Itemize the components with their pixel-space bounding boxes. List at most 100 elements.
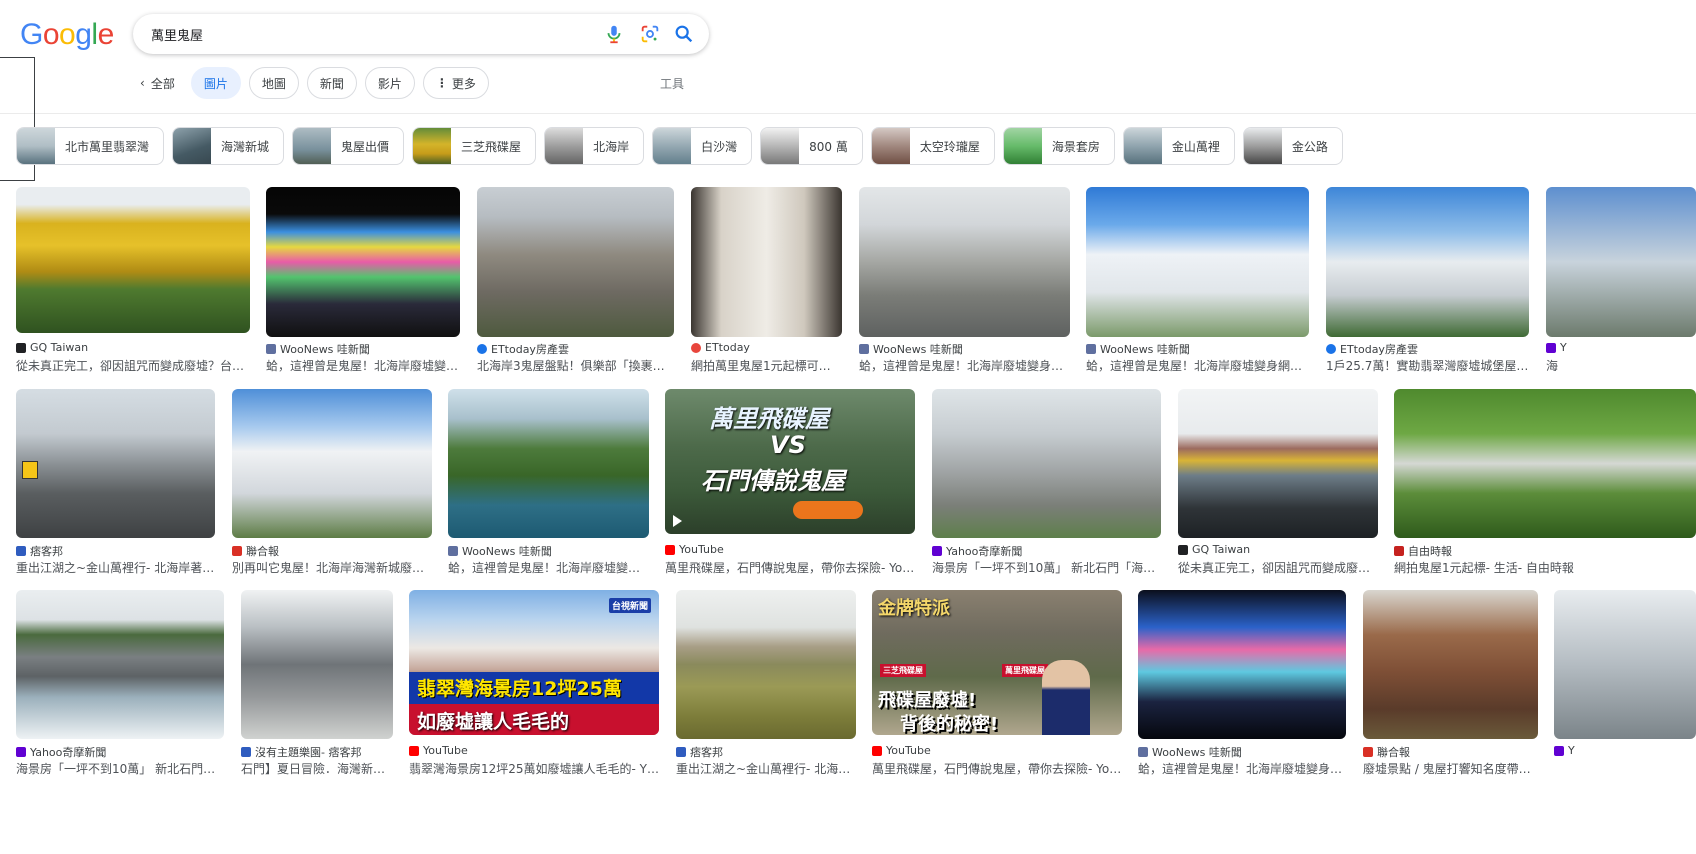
result-source[interactable]: ETtoday房產雲 [1326,341,1418,357]
result-image[interactable] [1086,187,1309,337]
result-source[interactable]: Y [1546,341,1567,354]
result-image[interactable] [1138,590,1346,739]
result-image[interactable] [1394,389,1696,538]
result-source[interactable]: WooNews 哇新聞 [266,341,370,357]
tab-images[interactable]: 圖片 [190,67,241,99]
result-caption[interactable]: 蛤，這裡曾是鬼屋！北海岸廢墟變身網… [1086,357,1309,374]
result-caption[interactable]: 萬里飛碟屋，石門傳說鬼屋，帶你去探險- Yo… [872,760,1122,777]
related-chip[interactable]: 太空玲瓏屋 [870,127,995,165]
favicon [691,342,701,353]
banner-text-bottom: 如廢墟讓人毛毛的 [417,711,570,733]
result-source[interactable]: 沒有主題樂園- 痞客邦 [241,744,361,760]
result-image[interactable] [1554,590,1696,739]
result-source[interactable]: 聯合報 [1363,744,1410,760]
related-chip[interactable]: 鬼屋出價 [292,127,405,165]
result-caption[interactable]: 從未真正完工，卻因詛咒而變成廢… [1178,559,1378,576]
search-icon[interactable] [673,23,695,45]
result-source[interactable]: WooNews 哇新聞 [859,341,963,357]
result-source[interactable]: GQ Taiwan [1178,543,1250,556]
result-image[interactable] [1363,590,1538,739]
result-image[interactable] [691,187,842,337]
result-image[interactable] [232,389,432,538]
result-image[interactable]: 金牌特派 三芝飛碟屋 萬里飛碟屋 飛碟屋廢墟! 背後的秘密! [872,590,1122,735]
result-caption[interactable]: 網拍鬼屋1元起標- 生活- 自由時報 [1394,559,1696,576]
result-source[interactable]: YouTube [665,543,724,556]
tools-button[interactable]: 工具 [660,75,684,92]
favicon [16,747,26,757]
tab-more[interactable]: ⋮ 更多 [422,67,489,99]
related-chip[interactable]: 800 萬 [760,127,863,165]
result-source[interactable]: Yahoo奇摩新聞 [932,543,1022,559]
result-caption[interactable]: 蛤，這裡曾是鬼屋！北海岸廢墟變身… [1138,760,1346,777]
related-chip[interactable]: 金公路 [1242,127,1343,165]
result-source[interactable]: 痞客邦 [16,543,63,559]
result-source[interactable]: WooNews 哇新聞 [448,543,552,559]
result-caption[interactable]: 蛤，這裡曾是鬼屋！北海岸廢墟變… [448,559,649,576]
result-image[interactable] [932,389,1161,538]
related-chip[interactable]: 白沙灣 [652,127,753,165]
result-caption[interactable]: 海 [1546,357,1696,374]
related-chip[interactable]: 三芝飛碟屋 [412,127,537,165]
result-source[interactable]: GQ Taiwan [16,341,88,354]
result-image[interactable] [1326,187,1529,337]
result-caption[interactable]: 翡翠灣海景房12坪25萬如廢墟讓人毛毛的- Y… [409,760,659,777]
result-source[interactable]: 聯合報 [232,543,279,559]
related-label: 金山萬裡 [1171,139,1220,154]
result-caption[interactable]: 從未真正完工，卻因詛咒而變成廢墟？台… [16,357,250,374]
search-input[interactable]: 萬里鬼屋 [151,25,203,44]
related-label: 海灣新城 [221,139,270,154]
result-image[interactable]: 台視新聞 翡翠灣海景房12坪25萬 如廢墟讓人毛毛的 [409,590,659,735]
result-source[interactable]: WooNews 哇新聞 [1138,744,1242,760]
result-image[interactable] [477,187,674,337]
result-caption[interactable]: 石門】夏日冒險．海灣新… [241,760,393,777]
tab-news[interactable]: 新聞 [306,67,357,99]
result-image[interactable] [1546,187,1696,337]
search-box[interactable]: 萬里鬼屋 [133,14,709,54]
tab-maps[interactable]: 地圖 [248,67,299,99]
result-caption[interactable]: 海景房「一坪不到10萬」 新北石門「海… [932,559,1161,576]
result-caption[interactable]: 廢墟景點 / 鬼屋打響知名度帶… [1363,760,1538,777]
result-image[interactable] [16,389,215,538]
result-image[interactable] [266,187,460,337]
result-source[interactable]: ETtoday房產雲 [477,341,569,357]
result-image[interactable] [1178,389,1378,538]
result-source[interactable]: Y [1554,744,1575,757]
result-source[interactable]: Yahoo奇摩新聞 [16,744,106,760]
result-caption[interactable]: 北海岸3鬼屋盤點！俱樂部「換裹… [477,357,674,374]
google-lens-icon[interactable] [639,23,661,45]
related-chip[interactable]: 北市萬里翡翠灣 [16,127,165,165]
result-image[interactable] [16,590,224,739]
result-image[interactable]: 萬里飛碟屋 VS 石門傳說鬼屋 [665,389,915,534]
tab-videos[interactable]: 影片 [364,67,415,99]
result-caption[interactable]: 1戶25.7萬！實勘翡翠灣廢墟城堡屋… [1326,357,1529,374]
related-chip[interactable]: 金山萬裡 [1122,127,1235,165]
result-image[interactable] [241,590,393,739]
result-image[interactable] [676,590,856,739]
result-source[interactable]: 自由時報 [1394,543,1452,559]
result-source[interactable]: 痞客邦 [676,744,723,760]
result-source[interactable]: ETtoday [691,341,750,354]
result-image[interactable] [448,389,649,538]
result-caption[interactable]: 重出江湖之~金山萬裡行- 北海… [676,760,856,777]
related-chip[interactable]: 海景套房 [1002,127,1115,165]
more-vert-icon: ⋮ [435,76,448,90]
result-source[interactable]: YouTube [872,744,931,757]
result-source[interactable]: YouTube [409,744,468,757]
result-caption[interactable]: 重出江湖之~金山萬裡行- 北海岸著… [16,559,215,576]
result-caption[interactable]: 別再叫它鬼屋！北海岸海灣新城廢… [232,559,432,576]
microphone-icon[interactable] [603,23,625,45]
related-chip[interactable]: 北海岸 [544,127,645,165]
result-source[interactable]: WooNews 哇新聞 [1086,341,1190,357]
google-logo[interactable]: Google [20,18,114,52]
result-caption[interactable]: 蛤，這裡曾是鬼屋！北海岸廢墟變身… [859,357,1070,374]
result-caption[interactable]: 海景房「一坪不到10萬」 新北石門… [16,760,224,777]
result-caption[interactable]: 網拍萬里鬼屋1元起標可用… [691,357,842,374]
result-image[interactable] [16,187,250,333]
related-thumb [1003,128,1042,164]
result-caption[interactable]: 蛤，這裡曾是鬼屋！北海岸廢墟變… [266,357,460,374]
related-chip[interactable]: 海灣新城 [172,127,285,165]
result-image[interactable] [859,187,1070,337]
back-to-all-button[interactable]: ‹ 全部 [140,67,183,99]
chevron-left-icon: ‹ [140,76,145,90]
result-caption[interactable]: 萬里飛碟屋，石門傳說鬼屋，帶你去探險- Yo… [665,559,915,576]
